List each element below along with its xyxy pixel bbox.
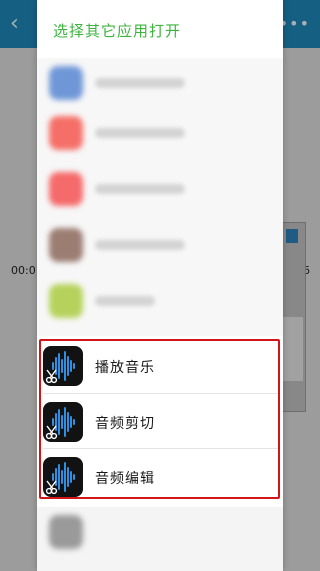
audio-waveform-scissors-icon [43, 346, 83, 386]
blurred-app-icon [49, 284, 83, 318]
blurred-app-label [95, 128, 185, 138]
app-option-audio-cut[interactable]: 音频剪切 [43, 393, 279, 449]
blurred-app-icon [49, 116, 83, 150]
blurred-app-row[interactable] [37, 162, 283, 218]
blurred-app-row[interactable] [37, 218, 283, 274]
app-label: 音频剪切 [95, 416, 155, 432]
app-label: 播放音乐 [95, 360, 155, 376]
blurred-app-icon [49, 228, 83, 262]
audio-waveform-scissors-icon [43, 402, 83, 442]
audio-waveform-scissors-icon [43, 457, 83, 497]
blurred-app-label [95, 240, 185, 250]
blurred-app-row[interactable] [37, 274, 283, 330]
app-option-audio-edit[interactable]: 音频编辑 [43, 448, 279, 504]
app-label: 音频编辑 [95, 471, 155, 487]
dialog-title: 选择其它应用打开 [53, 22, 182, 40]
blurred-app-icon [49, 66, 83, 100]
blurred-app-label [95, 78, 185, 88]
blurred-app-label [95, 184, 185, 194]
blurred-app-list [37, 58, 283, 336]
app-option-play-music[interactable]: 播放音乐 [43, 338, 279, 393]
blurred-app-icon [49, 172, 83, 206]
app-chooser-dialog: 选择其它应用打开 播放音乐 音频剪切 音频编辑 [37, 0, 283, 571]
blurred-app-label [95, 296, 155, 306]
blurred-app-icon [49, 515, 83, 549]
blurred-app-row[interactable] [37, 507, 283, 571]
blurred-app-row[interactable] [37, 106, 283, 162]
